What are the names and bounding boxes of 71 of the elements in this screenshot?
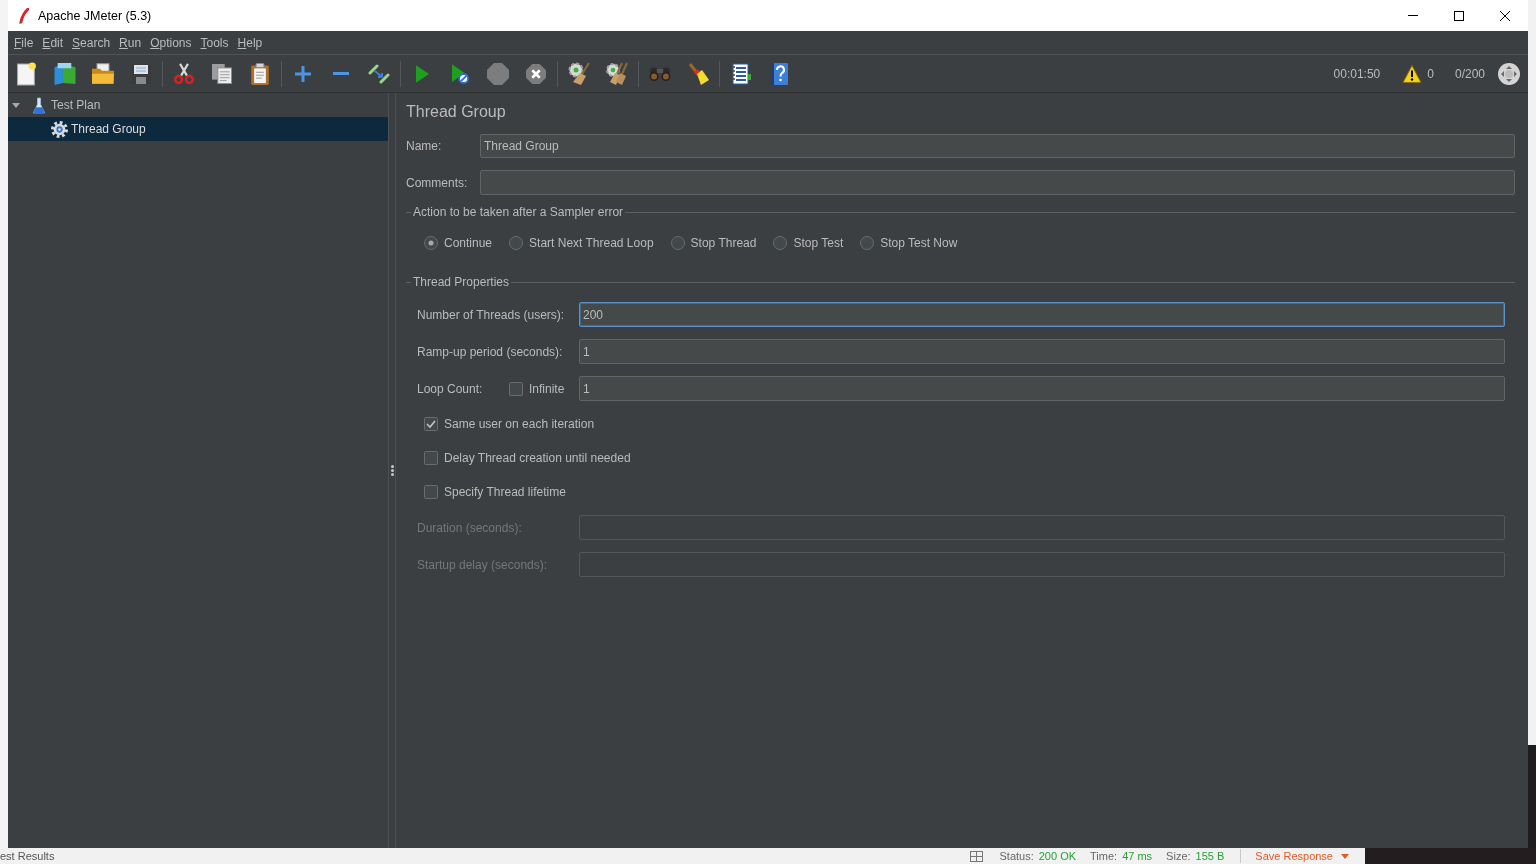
field-label: Comments: xyxy=(406,175,469,190)
menu-item[interactable]: Options xyxy=(146,35,196,50)
radio-button[interactable] xyxy=(773,236,788,250)
radio-label[interactable]: Stop Test Now xyxy=(880,236,958,250)
checkbox-label[interactable]: Same user on each iteration xyxy=(444,417,595,431)
radio-label[interactable]: Stop Test xyxy=(793,236,844,250)
field-label: Startup delay (seconds): xyxy=(417,557,549,572)
status-label: Status: xyxy=(999,850,1034,862)
checkbox-label[interactable]: Specify Thread lifetime xyxy=(444,485,566,499)
field-label: Loop Count: xyxy=(417,381,484,396)
close-icon[interactable] xyxy=(1500,10,1510,21)
field-label: Duration (seconds): xyxy=(417,520,523,535)
group-title: Thread Properties xyxy=(413,275,510,289)
flask-icon xyxy=(33,96,45,114)
tab-title[interactable]: est Results xyxy=(0,850,55,862)
size-value: 155 B xyxy=(1195,850,1225,862)
elapsed-time: 00:01:50 xyxy=(1333,66,1381,81)
status-value: 200 OK xyxy=(1038,850,1077,862)
gear-icon xyxy=(50,120,68,138)
maximize-icon[interactable] xyxy=(1454,10,1464,21)
warning-icon[interactable] xyxy=(1402,64,1423,83)
radio-button[interactable] xyxy=(424,236,438,250)
caret-down-icon[interactable] xyxy=(1341,853,1349,859)
field-label: Ramp-up period (seconds): xyxy=(417,344,564,359)
menu-item[interactable]: Help xyxy=(233,35,267,50)
checkbox[interactable] xyxy=(424,485,438,499)
checkbox-label[interactable]: Delay Thread creation until needed xyxy=(444,451,631,465)
radio-label[interactable]: Stop Thread xyxy=(690,236,757,250)
text-field[interactable]: 1 xyxy=(579,339,1505,364)
play-slash-icon[interactable] xyxy=(451,63,469,84)
menu-item[interactable]: Tools xyxy=(196,35,233,50)
text-field[interactable] xyxy=(480,170,1515,195)
grid-icon[interactable] xyxy=(970,850,984,862)
field-label: Number of Threads (users): xyxy=(417,307,566,322)
checkbox-label[interactable]: Infinite xyxy=(529,381,565,396)
help-book-icon[interactable] xyxy=(770,62,788,85)
menu-item[interactable]: Search xyxy=(68,35,115,50)
checkbox[interactable] xyxy=(424,451,438,465)
window-title: Apache JMeter (5.3) xyxy=(38,8,152,23)
feather-icon xyxy=(19,7,29,24)
panel-title: Thread Group xyxy=(406,102,507,122)
menu-item[interactable]: File xyxy=(10,35,38,50)
size-label: Size: xyxy=(1166,850,1191,862)
group-title: Action to be taken after a Sampler error xyxy=(413,205,624,219)
circle-arrows-icon[interactable] xyxy=(1498,62,1520,85)
tree-item[interactable]: Thread Group xyxy=(8,117,388,141)
text-field[interactable]: 200 xyxy=(579,302,1505,327)
play-icon[interactable] xyxy=(415,64,429,83)
field-label: Name: xyxy=(406,139,443,153)
text-field[interactable]: Thread Group xyxy=(480,134,1515,158)
save-response-button[interactable]: Save Response xyxy=(1255,850,1349,862)
menu-item[interactable]: Edit xyxy=(38,35,68,50)
binoculars-icon[interactable] xyxy=(649,66,671,81)
radio-label[interactable]: Continue xyxy=(444,236,493,250)
text-field[interactable]: 1 xyxy=(579,376,1505,401)
plus-icon[interactable] xyxy=(295,65,311,82)
radio-button[interactable] xyxy=(509,236,524,250)
grip-icon[interactable] xyxy=(390,465,394,476)
warning-count: 0 xyxy=(1427,66,1434,81)
checkbox[interactable] xyxy=(424,417,438,431)
radio-label[interactable]: Start Next Thread Loop xyxy=(529,236,654,250)
time-label: Time: xyxy=(1090,850,1118,862)
active-threads: 0/200 xyxy=(1454,66,1485,81)
time-value: 47 ms xyxy=(1122,850,1153,862)
checkbox[interactable] xyxy=(509,381,523,396)
radio-button[interactable] xyxy=(860,236,875,250)
radio-button[interactable] xyxy=(670,236,685,250)
menu-item[interactable]: Run xyxy=(115,35,146,50)
caret-down-icon[interactable] xyxy=(12,102,20,108)
tree-item[interactable]: Test Plan xyxy=(8,93,388,117)
clipboard-icon[interactable] xyxy=(251,62,269,85)
